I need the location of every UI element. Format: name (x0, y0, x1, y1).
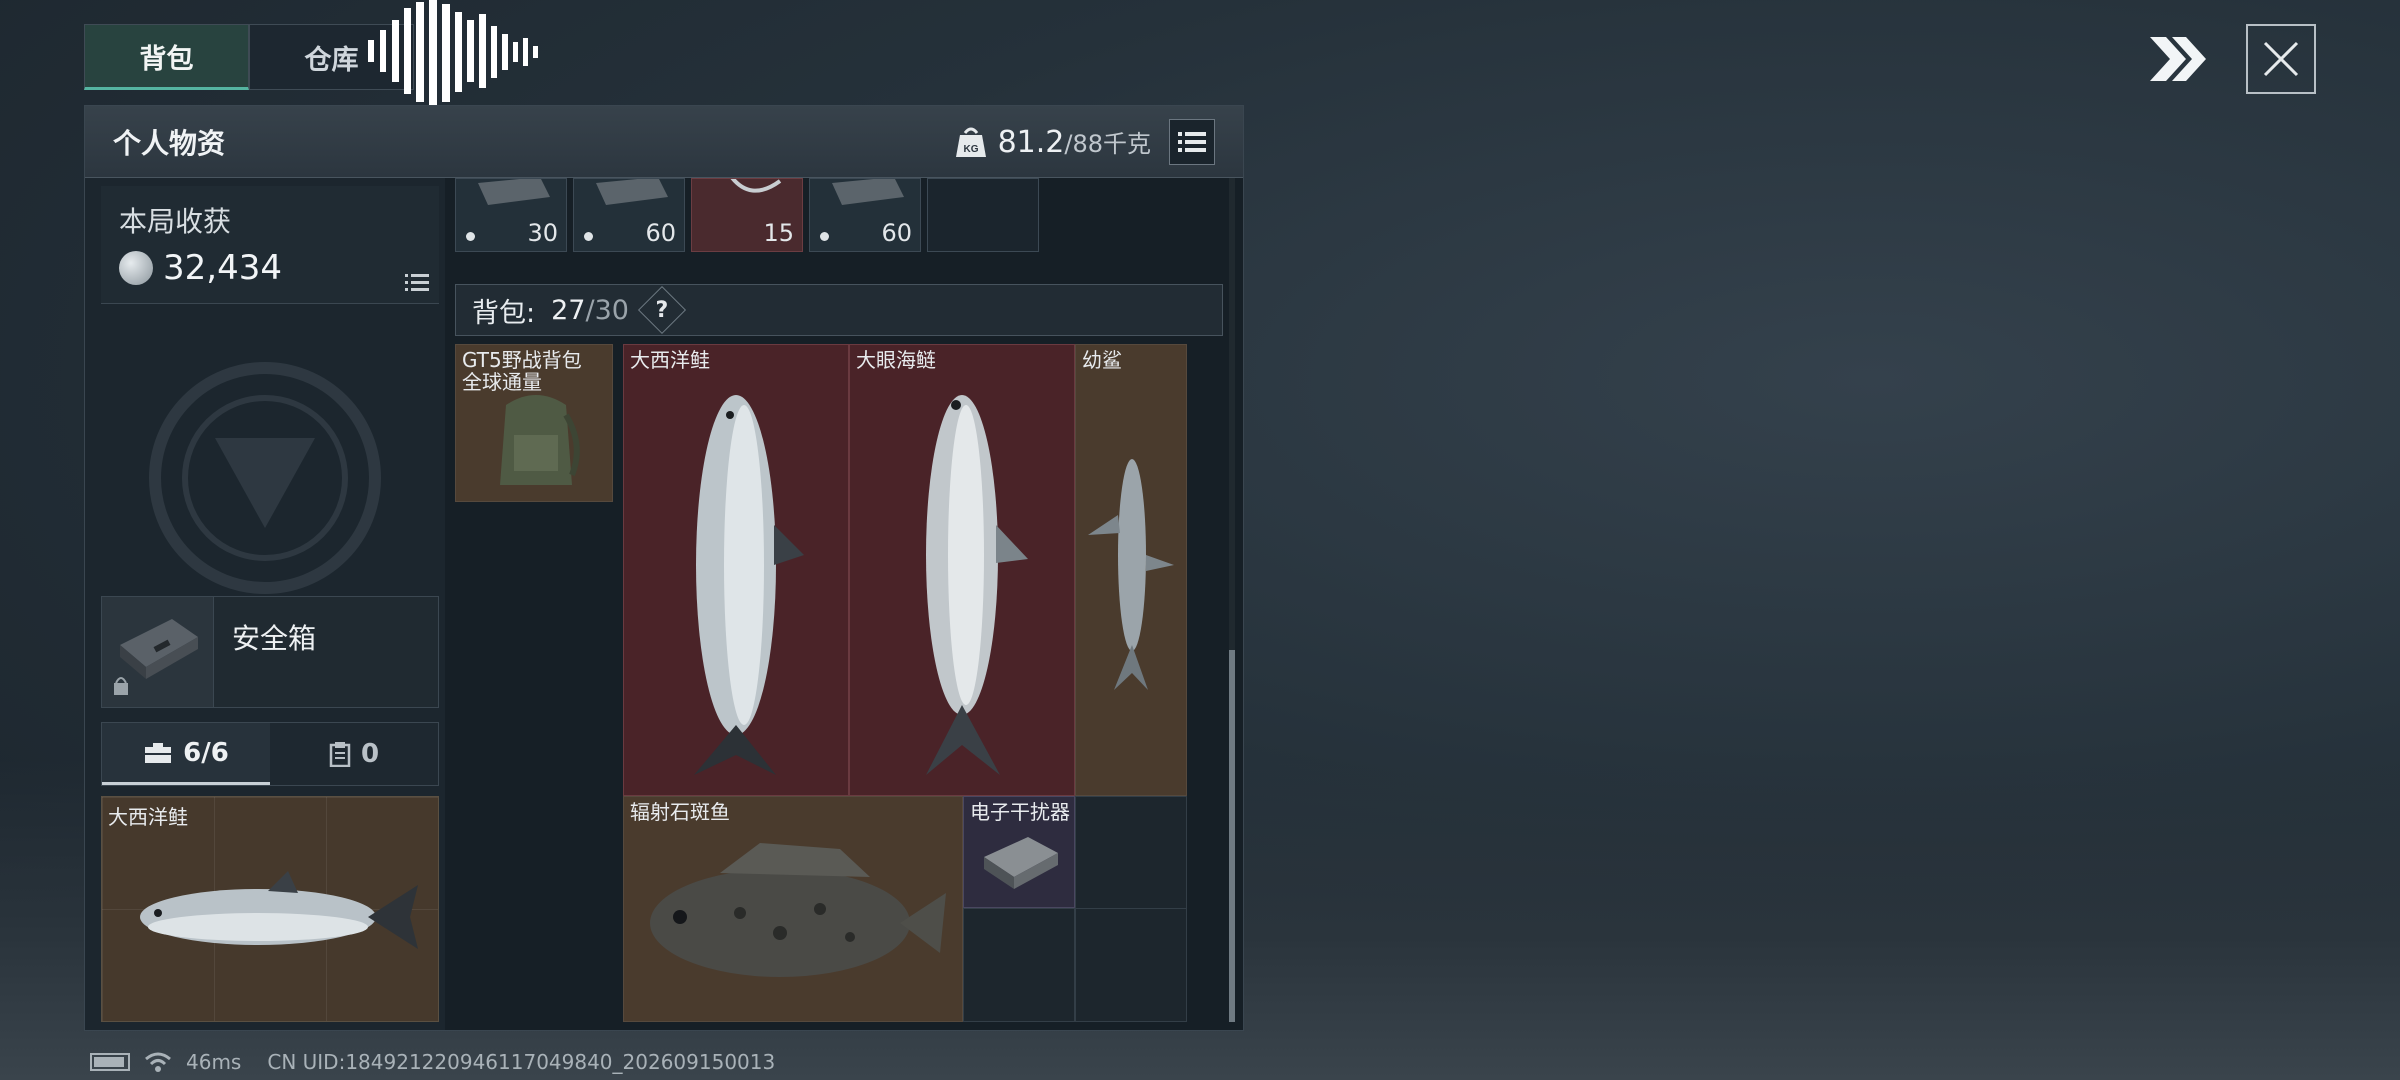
ammo-box-icon (596, 179, 668, 205)
toolbox-icon (145, 742, 172, 763)
fish-bait-icon (730, 179, 782, 193)
item-atlantic-salmon[interactable]: 大西洋鲑 (623, 344, 849, 796)
item-tarpon[interactable]: 大眼海鲢 (849, 344, 1075, 796)
faction-emblem-icon (149, 362, 381, 594)
ammo-count: 60 (645, 219, 676, 247)
bag-used: 27 (551, 294, 586, 326)
svg-text:KG: KG (963, 144, 978, 155)
voice-wave-icon (368, 0, 538, 108)
harvest-value: 32,434 (163, 248, 282, 288)
safe-box-image (102, 597, 214, 707)
atlantic-salmon-image (140, 871, 418, 949)
tab-secure-container[interactable]: 6/6 (102, 723, 270, 785)
tab-backpack[interactable]: 背包 (84, 24, 249, 90)
weight-current: 81.2 (997, 124, 1065, 160)
help-button[interactable]: ? (637, 285, 686, 335)
item-name: 辐射石斑鱼 (630, 800, 730, 824)
harvest-label: 本局收获 (119, 205, 232, 238)
safe-box-label: 安全箱 (232, 622, 317, 655)
panel-header: 个人物资 KG 81.2/88千克 (85, 106, 1243, 178)
right-column: 30 60 15 60 背包: 27/30 ? GT5野战背包 全球通量 大西洋… (445, 178, 1243, 1030)
clipboard-icon (329, 742, 351, 767)
tab-quest-items[interactable]: 0 (270, 723, 438, 785)
coin-icon (119, 251, 153, 285)
weight-readout: 81.2/88千克 (998, 124, 1151, 160)
bag-count: 27/30 (551, 295, 629, 326)
grouper-image (650, 843, 946, 977)
ammo-dot-icon (466, 232, 475, 241)
ammo-box-icon (478, 179, 550, 205)
item-name: 大西洋鲑 (630, 348, 710, 372)
item-electronic-jammer[interactable]: 电子干扰器 (963, 796, 1075, 908)
uid-text: CN UID:184921220946117049840_20260915001… (267, 1050, 776, 1074)
item-juvenile-shark[interactable]: 幼鲨 (1075, 344, 1187, 796)
wifi-icon (145, 1052, 171, 1072)
secure-item-salmon[interactable]: 大西洋鲑 (101, 796, 439, 1022)
jammer-image (984, 837, 1058, 889)
item-radiated-grouper[interactable]: 辐射石斑鱼 (623, 796, 963, 1022)
safe-box-slot[interactable]: 安全箱 (101, 596, 439, 708)
backpack-capacity-bar: 背包: 27/30 ? (455, 284, 1223, 336)
item-name: 幼鲨 (1082, 348, 1122, 372)
bag-capacity: /30 (585, 294, 629, 326)
close-button[interactable] (2246, 24, 2316, 94)
secure-tabs: 6/6 0 (101, 722, 439, 786)
atlantic-salmon-image (694, 395, 804, 775)
tarpon-image (926, 395, 1028, 775)
ammo-count: 30 (527, 219, 558, 247)
ping-text: 46ms (186, 1050, 242, 1074)
ammo-slot[interactable]: 30 (455, 178, 567, 252)
left-column: 本局收获 32,434 安全箱 6/6 0 大西洋鲑 (85, 178, 445, 1030)
ammo-slot[interactable]: 60 (809, 178, 921, 252)
battery-icon (90, 1053, 130, 1071)
panel-title: 个人物资 (113, 126, 226, 160)
harvest-value-row: 32,434 (119, 248, 421, 288)
item-name: 电子干扰器 (970, 800, 1070, 824)
list-icon (1178, 131, 1206, 152)
ammo-row: 30 60 15 60 (455, 178, 1039, 252)
ammo-box-icon (832, 179, 904, 205)
help-icon: ? (655, 297, 669, 323)
sort-list-button[interactable] (1169, 118, 1215, 165)
scroll-thumb[interactable] (1229, 650, 1235, 1022)
shark-image (1088, 459, 1174, 690)
harvest-box: 本局收获 32,434 (101, 186, 439, 304)
item-name: 大眼海鲢 (856, 348, 936, 372)
empty-slot[interactable] (1075, 796, 1187, 909)
kg-weight-icon: KG (955, 127, 986, 157)
double-chevron-right-icon[interactable] (2146, 31, 2208, 87)
ammo-count: 60 (881, 219, 912, 247)
scrollbar[interactable] (1229, 178, 1235, 1022)
empty-slot[interactable] (1075, 908, 1187, 1022)
quest-count: 0 (360, 739, 380, 769)
backpack-image (500, 395, 580, 485)
ammo-count: 15 (763, 219, 794, 247)
empty-slot[interactable] (963, 908, 1075, 1022)
inventory-panel: 个人物资 KG 81.2/88千克 本局收获 32,434 安全箱 6/6 0 … (84, 105, 1244, 1031)
ammo-dot-icon (584, 232, 593, 241)
harvest-list-icon[interactable] (405, 273, 429, 293)
empty-slot[interactable] (927, 178, 1039, 252)
ammo-dot-icon (820, 232, 829, 241)
secure-count: 6/6 (183, 737, 229, 768)
ammo-slot[interactable]: 15 (691, 178, 803, 252)
status-bar: 46ms CN UID:184921220946117049840_202609… (90, 1050, 775, 1074)
item-backpack-gt5[interactable]: GT5野战背包 全球通量 (455, 344, 613, 502)
ammo-slot[interactable]: 60 (573, 178, 685, 252)
item-name: 大西洋鲑 (108, 805, 188, 829)
safe-box-icon (114, 619, 198, 695)
bag-label: 背包: (472, 297, 536, 329)
weight-max: /88千克 (1064, 129, 1151, 158)
close-icon (2263, 41, 2299, 77)
